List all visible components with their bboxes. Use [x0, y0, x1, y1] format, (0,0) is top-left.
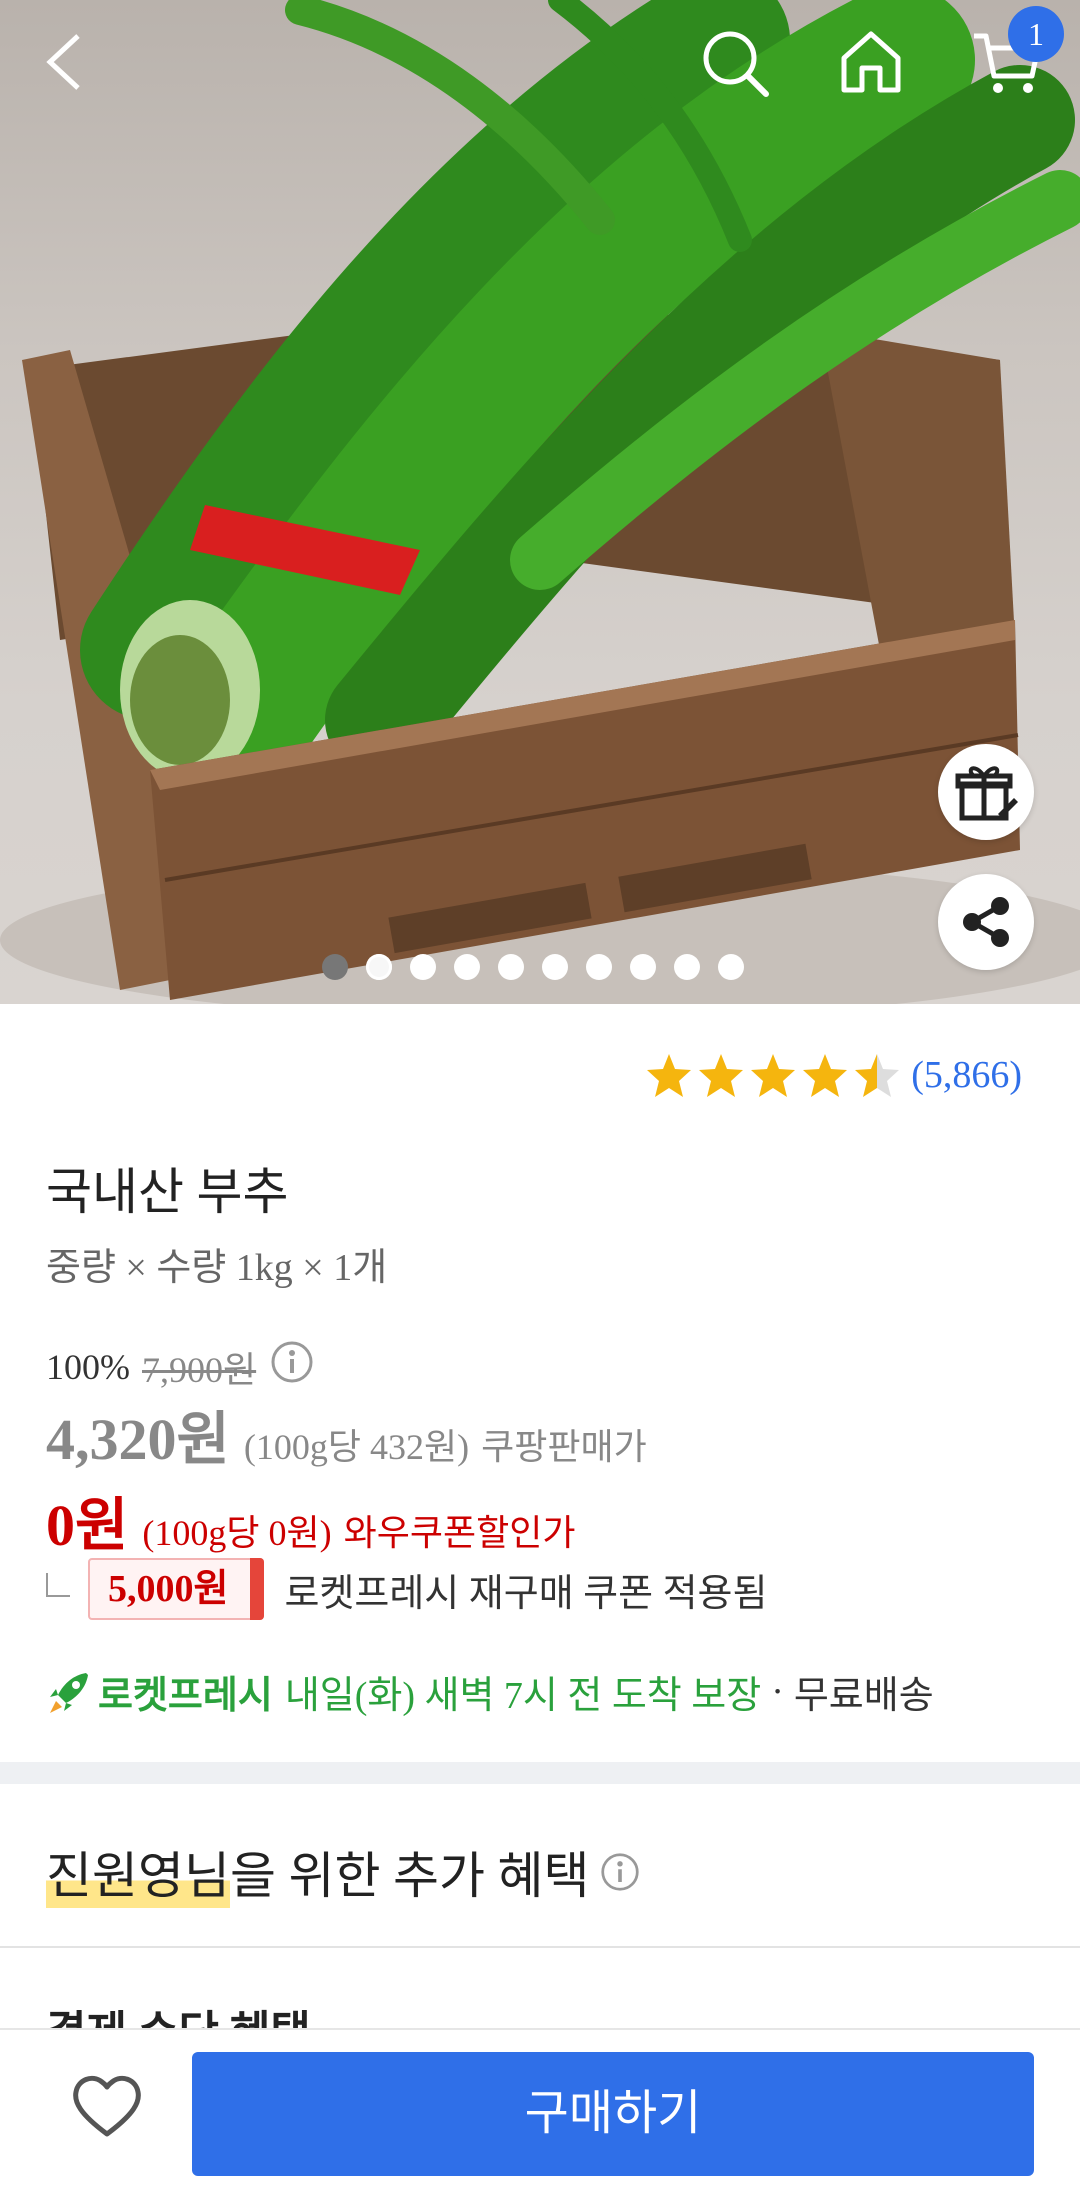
home-icon	[841, 31, 901, 93]
discount-row: 100% 7,900원	[46, 1340, 314, 1393]
delivery-row: 로켓프레시 내일(화) 새벽 7시 전 도착 보장 · 무료배송	[46, 1664, 934, 1719]
star-icon	[751, 1054, 796, 1097]
share-icon	[963, 897, 1009, 947]
wow-price-row: 0원 (100g당 0원) 와우쿠폰할인가	[46, 1478, 575, 1562]
info-icon[interactable]	[270, 1340, 314, 1393]
carousel-dot-active[interactable]	[366, 954, 392, 980]
benefits-title: 을 위한 추가 혜택	[230, 1848, 590, 1904]
coupon-row: 5,000원 로켓프레시 재구매 쿠폰 적용됨	[46, 1558, 767, 1620]
indent-corner	[46, 1573, 70, 1597]
heart-icon	[73, 2075, 141, 2137]
gift-icon	[955, 766, 1018, 821]
chevron-left-icon	[46, 34, 80, 90]
star-icon	[647, 1054, 692, 1097]
carousel-dot[interactable]	[498, 954, 524, 980]
back-button[interactable]	[42, 30, 86, 99]
coupon-text: 로켓프레시 재구매 쿠폰 적용됨	[284, 1572, 768, 1615]
star-rating	[645, 1052, 901, 1098]
carousel-dot[interactable]	[630, 954, 656, 980]
home-button[interactable]	[838, 28, 904, 99]
original-price: 7,900원	[142, 1349, 257, 1390]
bottom-action-bar: 구매하기	[0, 2028, 1080, 2201]
carousel-dots[interactable]	[322, 954, 744, 980]
product-image-carousel[interactable]: 1	[0, 0, 1080, 1004]
discount-rate: 100%	[46, 1346, 130, 1387]
star-icon	[803, 1054, 848, 1097]
delivery-separator: ·	[771, 1670, 784, 1713]
sale-price-row: 4,320원 (100g당 432원) 쿠팡판매가	[46, 1392, 647, 1476]
review-count[interactable]: (5,866)	[911, 1053, 1022, 1097]
star-half-icon	[855, 1054, 900, 1097]
free-shipping: 무료배송	[793, 1675, 934, 1717]
rocket-icon	[50, 1672, 88, 1713]
sale-price-label: 쿠팡판매가	[481, 1427, 647, 1467]
star-icon	[699, 1054, 744, 1097]
product-title: 국내산 부추	[46, 1164, 289, 1220]
wishlist-button[interactable]	[70, 2072, 144, 2145]
carousel-dot[interactable]	[454, 954, 480, 980]
carousel-dot[interactable]	[322, 954, 348, 980]
wow-price-label: 와우쿠폰할인가	[343, 1513, 576, 1553]
carousel-dot[interactable]	[586, 954, 612, 980]
search-icon	[703, 31, 769, 97]
sale-price: 4,320원	[46, 1407, 230, 1472]
divider	[0, 1946, 1080, 1948]
user-name: 진원영님	[46, 1836, 230, 1908]
cart-badge: 1	[1008, 6, 1064, 62]
product-rating[interactable]: (5,866)	[645, 1052, 1022, 1098]
search-button[interactable]	[700, 28, 770, 103]
sale-unit-price: (100g당 432원)	[243, 1427, 470, 1467]
wow-price: 0원	[46, 1493, 129, 1558]
share-button[interactable]	[938, 874, 1034, 970]
gift-button[interactable]	[938, 744, 1034, 840]
wow-unit-price: (100g당 0원)	[142, 1513, 332, 1553]
coupon-tag: 5,000원	[88, 1558, 265, 1620]
benefits-heading: 진원영님 을 위한 추가 혜택	[46, 1836, 640, 1908]
product-image	[0, 0, 1080, 1004]
section-divider	[0, 1762, 1080, 1784]
product-option[interactable]: 중량 × 수량 1kg × 1개	[46, 1236, 387, 1291]
delivery-eta: 내일(화) 새벽 7시 전 도착 보장	[284, 1675, 762, 1717]
rocket-fresh-label: 로켓프레시	[98, 1675, 273, 1717]
info-icon[interactable]	[600, 1852, 640, 1892]
carousel-dot[interactable]	[718, 954, 744, 980]
buy-button[interactable]: 구매하기	[192, 2052, 1034, 2176]
carousel-dot[interactable]	[542, 954, 568, 980]
carousel-dot[interactable]	[410, 954, 436, 980]
carousel-dot[interactable]	[674, 954, 700, 980]
